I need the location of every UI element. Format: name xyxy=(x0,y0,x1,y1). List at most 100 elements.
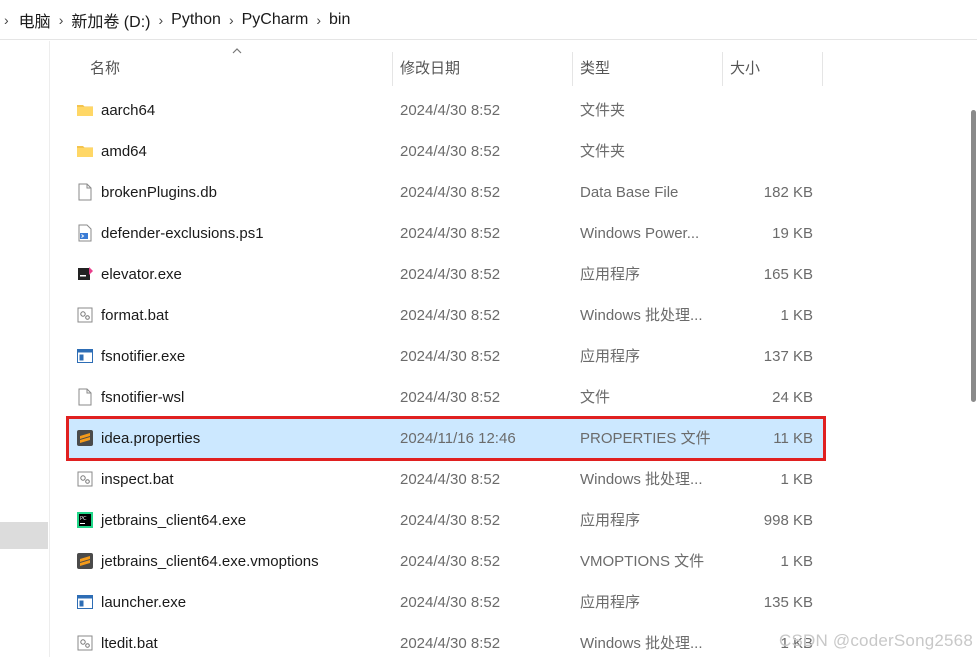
file-date: 2024/4/30 8:52 xyxy=(400,225,501,242)
file-row[interactable]: ltedit.bat 2024/4/30 8:52 Windows 批处理... 1 … xyxy=(68,623,824,657)
file-type: 应用程序 xyxy=(580,512,641,529)
application-window-icon xyxy=(76,593,94,611)
svg-text:PC: PC xyxy=(80,516,87,522)
file-size: 19 KB xyxy=(772,225,813,242)
elevator-app-icon xyxy=(76,265,94,283)
column-divider[interactable] xyxy=(572,52,573,86)
column-header: 名称 修改日期 类型 大小 xyxy=(68,48,828,86)
file-name: idea.properties xyxy=(101,430,201,447)
scrollbar-thumb[interactable] xyxy=(971,110,976,402)
file-size: 1 KB xyxy=(780,307,813,324)
batch-file-icon xyxy=(76,306,94,324)
file-date: 2024/4/30 8:52 xyxy=(400,102,501,119)
vertical-scrollbar[interactable] xyxy=(969,52,977,657)
address-bar[interactable]: › 电脑 › 新加卷 (D:) › Python › PyCharm › bin xyxy=(0,0,977,40)
file-row[interactable]: jetbrains_client64.exe.vmoptions 2024/4/3… xyxy=(68,541,824,582)
column-name[interactable]: 名称 xyxy=(90,52,120,86)
file-name: jetbrains_client64.exe.vmoptions xyxy=(101,553,319,570)
pycharm-icon: PC xyxy=(76,511,94,529)
batch-file-icon xyxy=(76,634,94,652)
file-row[interactable]: amd64 2024/4/30 8:52 文件夹 xyxy=(68,131,824,172)
chevron-right-icon[interactable]: › xyxy=(158,12,163,28)
powershell-script-icon xyxy=(76,224,94,242)
file-size: 1 KB xyxy=(780,553,813,570)
file-row[interactable]: fsnotifier-wsl 2024/4/30 8:52 文件 24 KB xyxy=(68,377,824,418)
file-name: jetbrains_client64.exe xyxy=(101,512,247,529)
breadcrumb-item-drive[interactable]: 新加卷 (D:) xyxy=(71,8,150,32)
file-name: elevator.exe xyxy=(101,266,182,283)
sort-ascending-icon xyxy=(232,48,242,54)
file-type: 文件夹 xyxy=(580,143,626,160)
file-date: 2024/4/30 8:52 xyxy=(400,389,501,406)
file-name: ltedit.bat xyxy=(101,635,158,652)
file-row[interactable]: PC jetbrains_client64.exe 2024/4/30 8:52 应用… xyxy=(68,500,824,541)
chevron-right-icon[interactable]: › xyxy=(4,12,9,28)
chevron-right-icon[interactable]: › xyxy=(229,12,234,28)
file-size: 1 KB xyxy=(780,471,813,488)
file-date: 2024/4/30 8:52 xyxy=(400,266,501,283)
sublime-text-icon xyxy=(76,429,94,447)
folder-icon xyxy=(76,101,94,119)
file-row[interactable]: aarch64 2024/4/30 8:52 文件夹 xyxy=(68,90,824,131)
file-type: 文件 xyxy=(580,389,611,406)
column-size[interactable]: 大小 xyxy=(730,52,760,86)
file-date: 2024/4/30 8:52 xyxy=(400,553,501,570)
file-date: 2024/4/30 8:52 xyxy=(400,348,501,365)
breadcrumb-item-pycharm[interactable]: PyCharm xyxy=(242,11,309,29)
column-divider[interactable] xyxy=(392,52,393,86)
file-size: 24 KB xyxy=(772,389,813,406)
file-name: fsnotifier-wsl xyxy=(101,389,185,406)
file-type: 文件夹 xyxy=(580,102,626,119)
file-name: brokenPlugins.db xyxy=(101,184,217,201)
column-divider[interactable] xyxy=(822,52,823,86)
file-type: PROPERTIES 文件 xyxy=(580,430,711,447)
file-row[interactable]: format.bat 2024/4/30 8:52 Windows 批处理... 1 … xyxy=(68,295,824,336)
nav-selected-item[interactable] xyxy=(0,522,48,549)
folder-icon xyxy=(76,142,94,160)
file-row[interactable]: elevator.exe 2024/4/30 8:52 应用程序 165 KB xyxy=(68,254,824,295)
file-date: 2024/4/30 8:52 xyxy=(400,512,501,529)
file-size: 182 KB xyxy=(763,184,813,201)
breadcrumb-item-computer[interactable]: 电脑 xyxy=(19,8,51,32)
file-name: aarch64 xyxy=(101,102,156,119)
file-name: launcher.exe xyxy=(101,594,187,611)
chevron-right-icon[interactable]: › xyxy=(316,12,321,28)
file-name: amd64 xyxy=(101,143,147,160)
file-row[interactable]: fsnotifier.exe 2024/4/30 8:52 应用程序 137 KB xyxy=(68,336,824,377)
file-size: 137 KB xyxy=(763,348,813,365)
file-size: 135 KB xyxy=(763,594,813,611)
file-type: VMOPTIONS 文件 xyxy=(580,553,705,570)
file-type: 应用程序 xyxy=(580,266,641,283)
file-size: 998 KB xyxy=(763,512,813,529)
file-row[interactable]: brokenPlugins.db 2024/4/30 8:52 Data Base … xyxy=(68,172,824,213)
file-size: 11 KB xyxy=(773,430,813,447)
file-date: 2024/4/30 8:52 xyxy=(400,594,501,611)
column-divider[interactable] xyxy=(722,52,723,86)
file-name: fsnotifier.exe xyxy=(101,348,186,365)
file-type: Windows 批处理... xyxy=(580,635,703,652)
file-date: 2024/4/30 8:52 xyxy=(400,184,501,201)
application-window-icon xyxy=(76,347,94,365)
file-type: Windows Power... xyxy=(580,225,700,242)
file-icon xyxy=(76,183,94,201)
column-date[interactable]: 修改日期 xyxy=(400,52,460,86)
file-date: 2024/4/30 8:52 xyxy=(400,635,501,652)
watermark: CSDN @coderSong2568 xyxy=(779,631,973,650)
file-date: 2024/11/16 12:46 xyxy=(400,430,516,447)
file-row[interactable]: defender-exclusions.ps1 2024/4/30 8:52 Win… xyxy=(68,213,824,254)
file-type: Windows 批处理... xyxy=(580,471,703,488)
file-type: Data Base File xyxy=(580,184,679,201)
navigation-pane[interactable] xyxy=(0,41,50,657)
file-date: 2024/4/30 8:52 xyxy=(400,307,501,324)
sublime-text-icon xyxy=(76,552,94,570)
breadcrumb-item-python[interactable]: Python xyxy=(171,11,221,29)
file-date: 2024/4/30 8:52 xyxy=(400,143,501,160)
file-row[interactable]: launcher.exe 2024/4/30 8:52 应用程序 135 KB xyxy=(68,582,824,623)
column-type[interactable]: 类型 xyxy=(580,52,610,86)
breadcrumb-item-bin[interactable]: bin xyxy=(329,11,350,29)
file-type: 应用程序 xyxy=(580,594,641,611)
file-row[interactable]: inspect.bat 2024/4/30 8:52 Windows 批处理... 1… xyxy=(68,459,824,500)
file-row-selected[interactable]: idea.properties 2024/11/16 12:46 PROPERTIE… xyxy=(66,416,826,461)
file-type: Windows 批处理... xyxy=(580,307,703,324)
chevron-right-icon[interactable]: › xyxy=(59,12,64,28)
